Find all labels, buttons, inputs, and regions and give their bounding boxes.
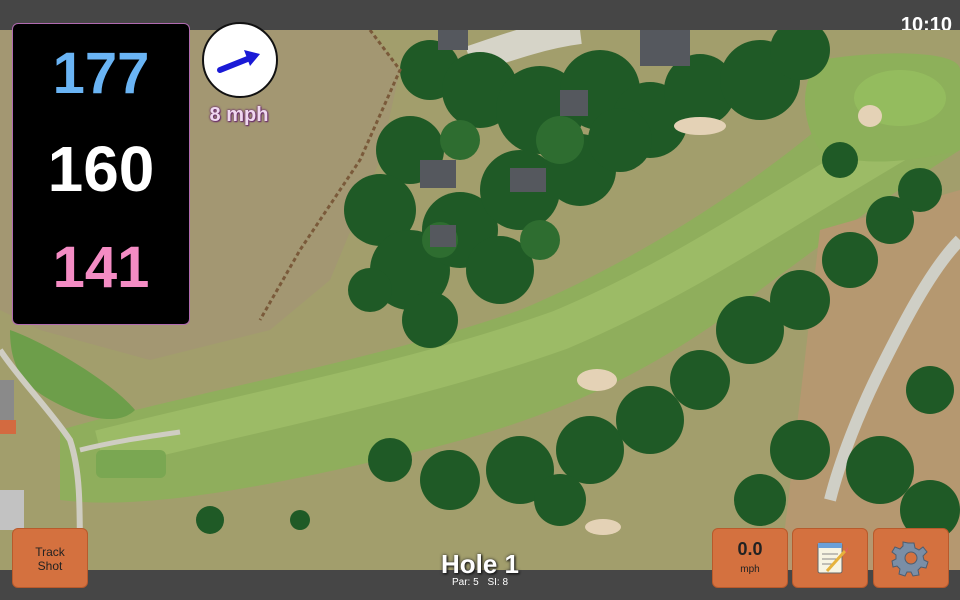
track-shot-button[interactable]: Track Shot <box>12 528 88 588</box>
front-yardage: 141 <box>52 235 150 300</box>
back-yardage: 177 <box>52 41 150 106</box>
notepad-icon <box>817 542 848 574</box>
wind-arrow-icon <box>217 50 260 73</box>
notes-button[interactable] <box>792 528 868 588</box>
hole-stroke-index: SI: 8 <box>487 577 509 588</box>
wind-indicator <box>202 22 278 98</box>
gear-icon <box>891 541 929 577</box>
hole-info: Par: 5 SI: 8 <box>380 577 580 588</box>
track-shot-label-line1: Track <box>35 545 65 559</box>
settings-button[interactable] <box>873 528 949 588</box>
yardage-panel: 177 160 141 <box>12 23 190 325</box>
speed-value: 0.0 <box>737 539 763 559</box>
wind-speed: 8 mph <box>209 104 269 126</box>
speed-unit: mph <box>740 564 760 575</box>
hole-title: Hole 1 <box>440 549 520 579</box>
hole-par: Par: 5 <box>451 577 479 588</box>
middle-yardage: 160 <box>47 133 155 205</box>
track-shot-label-line2: Shot <box>37 559 63 573</box>
speed-button[interactable]: 0.0 mph <box>712 528 788 588</box>
